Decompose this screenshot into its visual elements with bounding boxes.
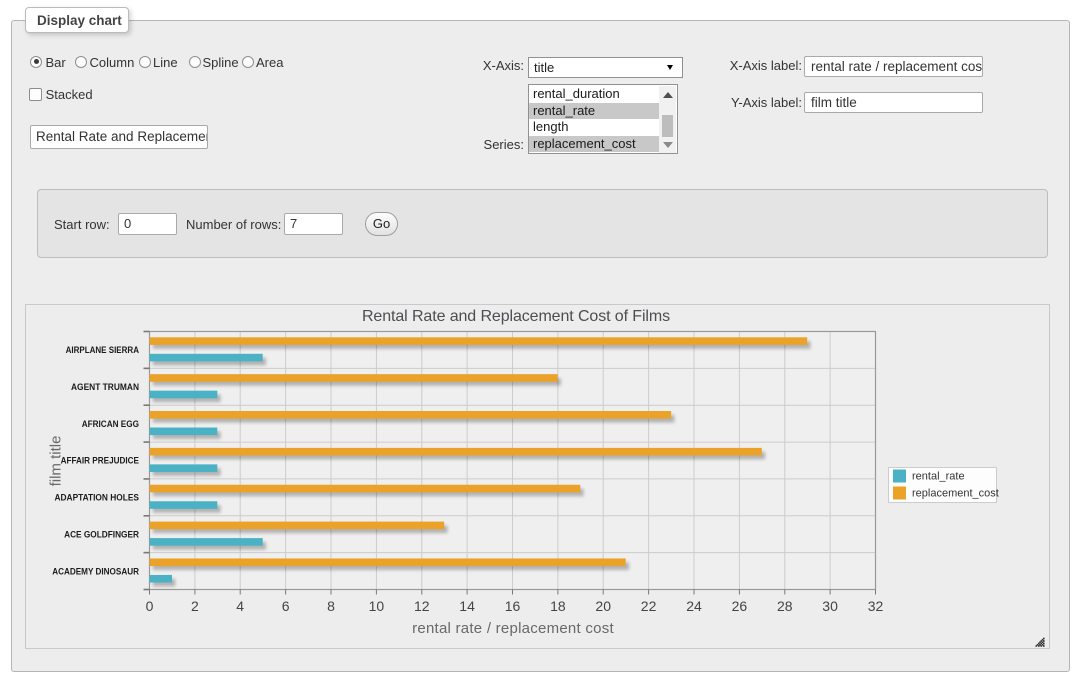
- svg-text:0: 0: [146, 598, 154, 614]
- svg-text:32: 32: [868, 598, 884, 614]
- svg-text:film title: film title: [48, 436, 65, 487]
- svg-text:6: 6: [282, 598, 290, 614]
- svg-text:2: 2: [191, 598, 199, 614]
- svg-text:26: 26: [732, 598, 748, 614]
- svg-text:AFFAIR PREJUDICE: AFFAIR PREJUDICE: [61, 456, 139, 466]
- svg-text:rental_rate: rental_rate: [912, 471, 965, 483]
- svg-text:14: 14: [459, 598, 475, 614]
- svg-text:ACE GOLDFINGER: ACE GOLDFINGER: [64, 529, 139, 539]
- svg-text:22: 22: [641, 598, 657, 614]
- svg-text:30: 30: [822, 598, 838, 614]
- svg-text:20: 20: [595, 598, 611, 614]
- svg-text:AIRPLANE SIERRA: AIRPLANE SIERRA: [66, 345, 140, 355]
- svg-text:28: 28: [777, 598, 793, 614]
- svg-text:12: 12: [414, 598, 430, 614]
- svg-text:8: 8: [327, 598, 335, 614]
- svg-text:10: 10: [369, 598, 385, 614]
- svg-text:ADAPTATION HOLES: ADAPTATION HOLES: [55, 493, 140, 503]
- svg-text:Rental Rate and Replacement Co: Rental Rate and Replacement Cost of Film…: [362, 308, 670, 325]
- svg-text:AGENT TRUMAN: AGENT TRUMAN: [71, 382, 139, 392]
- svg-text:rental rate / replacement cost: rental rate / replacement cost: [412, 620, 614, 637]
- svg-text:18: 18: [550, 598, 566, 614]
- svg-text:AFRICAN EGG: AFRICAN EGG: [82, 419, 139, 429]
- svg-text:16: 16: [505, 598, 521, 614]
- svg-text:ACADEMY DINOSAUR: ACADEMY DINOSAUR: [52, 566, 139, 576]
- svg-text:replacement_cost: replacement_cost: [912, 488, 999, 500]
- svg-text:4: 4: [236, 598, 244, 614]
- svg-text:24: 24: [686, 598, 702, 614]
